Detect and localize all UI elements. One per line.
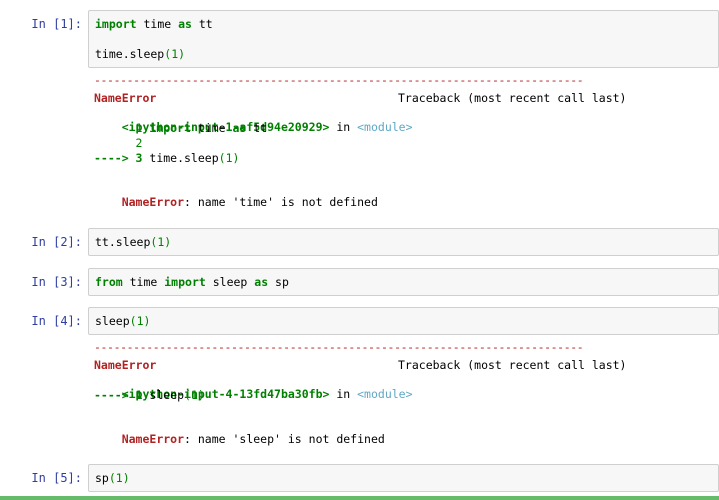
traceback-error-name: NameError (94, 358, 157, 372)
cell-3-input[interactable]: from time import sleep as sp (88, 268, 719, 296)
code-token: import (95, 17, 137, 31)
code-token: 2 (94, 136, 143, 150)
code-token: ) (143, 314, 151, 328)
code-line: import time as tt (95, 17, 213, 31)
code-token: 1 (190, 388, 198, 402)
code-token: ) (164, 235, 172, 249)
code-token: time.sleep (149, 151, 219, 165)
traceback-line: 2 (94, 136, 143, 150)
code-token: 1 (136, 314, 144, 328)
error-message-name: NameError (121, 432, 185, 446)
selected-cell-indicator (0, 496, 719, 500)
cell-4-prompt: In [4]: (31, 314, 82, 328)
code-token: ) (122, 471, 130, 485)
code-token: ( (129, 314, 137, 328)
code-token: time.sleep (95, 47, 165, 61)
code-token: as (254, 275, 269, 289)
cell-2-input[interactable]: tt.sleep(1) (88, 228, 719, 256)
error-message: NameError: name 'time' is not defined (94, 181, 378, 223)
cell-1-prompt: In [1]: (31, 17, 82, 31)
code-token: ) (232, 151, 240, 165)
code-token: tt (246, 121, 268, 135)
cell-5-input[interactable]: sp(1) (88, 464, 719, 492)
code-token: from (95, 275, 123, 289)
code-token: time (136, 17, 179, 31)
code-line: from time import sleep as sp (95, 275, 289, 289)
code-token: sp (268, 275, 289, 289)
code-token: ----> 1 (94, 388, 150, 402)
code-token: ( (108, 471, 116, 485)
code-token: time (190, 121, 233, 135)
code-token: 1 (94, 121, 150, 135)
code-token: sleep (149, 388, 185, 402)
code-token: as (232, 121, 247, 135)
traceback-module: <module> (357, 120, 413, 134)
cell-1-input[interactable]: import time as tt time.sleep(1) (88, 10, 719, 68)
code-token: sleep (95, 314, 130, 328)
code-token: tt.sleep (95, 235, 151, 249)
code-token: 1 (115, 471, 123, 485)
traceback-separator: ----------------------------------------… (94, 340, 584, 354)
traceback-line: ----> 3 time.sleep(1) (94, 151, 239, 165)
traceback-separator: ----------------------------------------… (94, 73, 584, 87)
error-message-text: : name 'time' is not defined (184, 195, 378, 209)
traceback-line: 1 import time as tt (94, 121, 268, 135)
code-token: ----> 3 (94, 151, 150, 165)
code-token: import (164, 275, 206, 289)
code-token: import (149, 121, 191, 135)
cell-2-prompt: In [2]: (31, 235, 82, 249)
code-line: tt.sleep(1) (95, 235, 171, 249)
code-line: time.sleep(1) (95, 47, 185, 61)
code-token: as (178, 17, 192, 31)
code-line: sleep(1) (95, 314, 150, 328)
cell-5-prompt: In [5]: (31, 471, 82, 485)
code-token: sp (95, 471, 109, 485)
traceback-error-name: NameError (94, 91, 157, 105)
code-token: ) (178, 47, 186, 61)
error-message-text: : name 'sleep' is not defined (184, 432, 385, 446)
traceback-label: Traceback (most recent call last) (398, 358, 627, 372)
code-token: sleep (205, 275, 255, 289)
cell-3-prompt: In [3]: (31, 275, 82, 289)
traceback-in: in (329, 120, 358, 134)
traceback-module: <module> (357, 387, 413, 401)
traceback-in: in (329, 387, 358, 401)
code-token: 1 (225, 151, 233, 165)
code-line: sp(1) (95, 471, 130, 485)
code-token: ) (197, 388, 205, 402)
error-message-name: NameError (121, 195, 185, 209)
cell-4-input[interactable]: sleep(1) (88, 307, 719, 335)
error-message: NameError: name 'sleep' is not defined (94, 418, 385, 460)
traceback-label: Traceback (most recent call last) (398, 91, 627, 105)
code-token: ( (184, 388, 191, 402)
code-token: time (122, 275, 165, 289)
code-token: ( (218, 151, 226, 165)
code-token: tt (191, 17, 213, 31)
traceback-line: ----> 1 sleep(1) (94, 388, 205, 402)
